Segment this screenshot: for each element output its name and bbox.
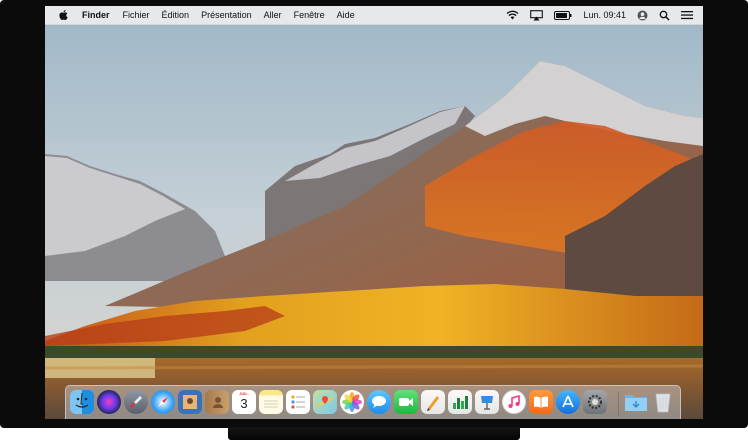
dock: JUIL. 3 [65, 385, 681, 419]
menu-go[interactable]: Aller [264, 10, 282, 20]
compass-icon[interactable] [151, 390, 175, 414]
menu-clock[interactable]: Lun. 09:41 [583, 10, 626, 20]
search-icon[interactable] [659, 10, 670, 21]
folder-icon[interactable] [624, 390, 648, 414]
siri-icon[interactable] [97, 390, 121, 414]
reminders-icon[interactable] [286, 390, 310, 414]
keynote-icon[interactable] [475, 390, 499, 414]
apple-logo-icon[interactable] [58, 9, 70, 21]
gear-icon[interactable] [583, 390, 607, 414]
battery-icon[interactable] [554, 10, 572, 20]
photo-booth-icon[interactable] [178, 390, 202, 414]
menu-window[interactable]: Fenêtre [294, 10, 325, 20]
calendar-day: 3 [240, 396, 248, 411]
wifi-icon[interactable] [506, 10, 519, 20]
menu-help[interactable]: Aide [337, 10, 355, 20]
menu-view[interactable]: Présentation [201, 10, 252, 20]
books-icon[interactable] [529, 390, 553, 414]
dock-separator [618, 391, 619, 416]
photos-icon[interactable] [340, 390, 364, 414]
trash-icon[interactable] [651, 390, 675, 414]
messages-icon[interactable] [367, 390, 391, 414]
rocket-icon[interactable] [124, 390, 148, 414]
tv-stand [228, 427, 520, 440]
finder-icon[interactable] [70, 390, 94, 414]
calendar-icon[interactable]: JUIL. 3 [232, 390, 256, 414]
menu-extras: Lun. 09:41 [495, 6, 693, 24]
desktop-wallpaper[interactable] [45, 6, 703, 419]
desktop-screen: Finder Fichier Édition Présentation Alle… [45, 6, 703, 419]
app-store-icon[interactable] [556, 390, 580, 414]
numbers-icon[interactable] [448, 390, 472, 414]
menu-bar: Finder Fichier Édition Présentation Alle… [45, 6, 703, 25]
notes-icon[interactable] [259, 390, 283, 414]
menu-app-finder[interactable]: Finder [82, 10, 110, 20]
user-icon[interactable] [637, 10, 648, 21]
maps-icon[interactable] [313, 390, 337, 414]
pages-icon[interactable] [421, 390, 445, 414]
music-icon[interactable] [502, 390, 526, 414]
contacts-icon[interactable] [205, 390, 229, 414]
menu-edit[interactable]: Édition [162, 10, 190, 20]
menu-list-icon[interactable] [681, 10, 693, 20]
airplay-icon[interactable] [530, 9, 544, 21]
facetime-icon[interactable] [394, 390, 418, 414]
menu-file[interactable]: Fichier [123, 10, 150, 20]
